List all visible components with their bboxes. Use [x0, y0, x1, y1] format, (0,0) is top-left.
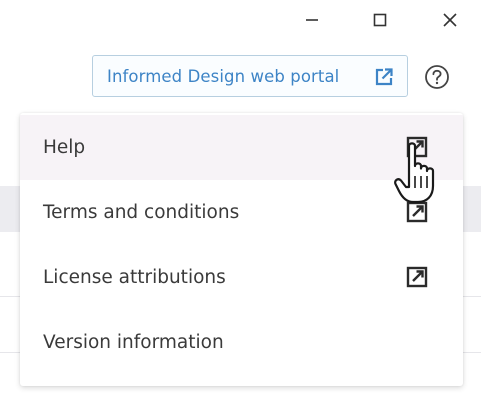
menu-item-label: Terms and conditions	[43, 202, 240, 223]
close-icon	[443, 13, 457, 27]
external-link-icon	[406, 201, 428, 223]
menu-item-version[interactable]: Version information	[20, 310, 463, 375]
minimize-icon	[306, 19, 318, 21]
help-menu: Help Terms and conditions License attrib…	[20, 113, 463, 386]
minimize-button[interactable]	[298, 8, 326, 32]
menu-item-label: Version information	[43, 332, 224, 353]
menu-item-label: License attributions	[43, 267, 226, 288]
external-link-icon	[406, 136, 428, 158]
menu-item-help[interactable]: Help	[20, 115, 463, 180]
menu-item-license[interactable]: License attributions	[20, 245, 463, 310]
web-portal-label: Informed Design web portal	[107, 66, 340, 86]
question-circle-icon	[425, 65, 449, 89]
maximize-button[interactable]	[366, 8, 394, 32]
web-portal-button[interactable]: Informed Design web portal	[92, 55, 408, 97]
menu-item-label: Help	[43, 137, 86, 158]
help-button[interactable]	[424, 64, 450, 90]
close-button[interactable]	[436, 8, 464, 32]
menu-item-terms[interactable]: Terms and conditions	[20, 180, 463, 245]
external-link-icon	[406, 266, 428, 288]
external-link-icon	[375, 68, 393, 86]
maximize-icon	[373, 13, 387, 27]
